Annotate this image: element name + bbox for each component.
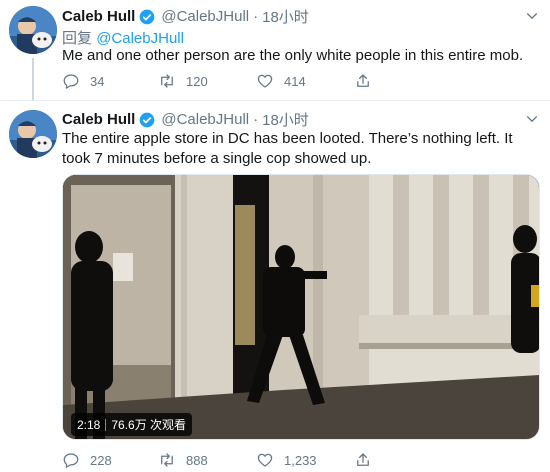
reply-button[interactable]: 34 [62, 72, 158, 90]
handle[interactable]: @CalebJHull [161, 111, 249, 128]
video-thumbnail [63, 175, 539, 439]
reply-icon [63, 74, 79, 89]
reply-button[interactable]: 228 [62, 451, 158, 469]
tweet-1[interactable]: Caleb Hull @CalebJHull · 18小时 回复 @CalebJ… [0, 0, 550, 100]
avatar[interactable] [9, 110, 57, 158]
separator: · [253, 8, 259, 25]
like-icon [257, 74, 273, 88]
reply-icon [63, 453, 79, 468]
video-views: 76.6万 次观看 [111, 418, 187, 432]
like-button[interactable]: 414 [256, 72, 354, 90]
verified-icon [139, 112, 155, 128]
video-duration: 2:18 [77, 417, 101, 432]
video-player[interactable]: 2:18 76.6万 次观看 [62, 174, 540, 440]
retweet-button[interactable]: 888 [158, 451, 256, 469]
reply-context: 回复 @CalebJHull [62, 27, 184, 48]
retweet-count: 888 [186, 452, 208, 468]
handle[interactable]: @CalebJHull [161, 8, 249, 25]
retweet-icon [161, 74, 173, 88]
verified-icon [139, 9, 155, 25]
tweet-text: The entire apple store in DC has been lo… [62, 130, 513, 167]
reply-mention[interactable]: @CalebJHull [96, 30, 184, 47]
timestamp[interactable]: 18小时 [262, 6, 309, 27]
reply-count: 34 [90, 73, 105, 89]
reply-count: 228 [90, 452, 112, 468]
retweet-count: 120 [186, 73, 208, 89]
like-button[interactable]: 1,233 [256, 451, 354, 469]
like-count: 414 [284, 73, 306, 89]
tweet-text: Me and one other person are the only whi… [62, 47, 524, 64]
tweet-2[interactable]: Caleb Hull @CalebJHull · 18小时 The entire… [0, 101, 550, 472]
like-icon [257, 453, 273, 467]
like-count: 1,233 [284, 452, 317, 468]
video-info-badge: 2:18 76.6万 次观看 [71, 413, 193, 436]
avatar[interactable] [9, 6, 57, 54]
share-icon [357, 453, 369, 466]
chevron-down-icon[interactable] [524, 8, 540, 24]
share-button[interactable] [354, 451, 382, 469]
timestamp[interactable]: 18小时 [262, 109, 309, 130]
display-name[interactable]: Caleb Hull [62, 111, 135, 128]
retweet-button[interactable]: 120 [158, 72, 256, 90]
retweet-icon [161, 453, 173, 467]
display-name[interactable]: Caleb Hull [62, 8, 135, 25]
chevron-down-icon[interactable] [524, 111, 540, 127]
share-icon [357, 74, 369, 87]
separator: · [253, 111, 259, 128]
reply-prefix: 回复 [62, 30, 93, 47]
share-button[interactable] [354, 72, 382, 90]
thread-line [32, 58, 34, 100]
